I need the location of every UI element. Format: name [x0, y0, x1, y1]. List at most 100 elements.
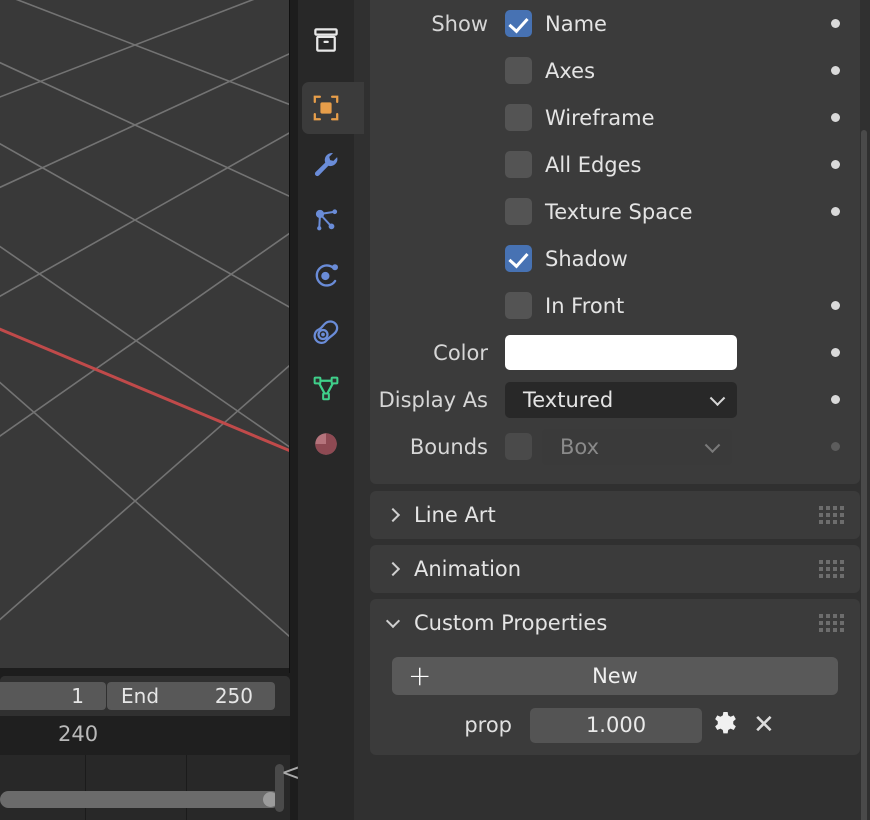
color-swatch[interactable]	[505, 335, 737, 370]
checkbox-axes[interactable]	[505, 57, 532, 84]
frame-start-value: 1	[71, 684, 84, 708]
archive-icon	[314, 28, 338, 52]
current-frame-label: 240	[58, 722, 99, 746]
timeline-header: t 1 End 250	[0, 676, 290, 716]
display-as-value: Textured	[523, 387, 614, 412]
decorator-dot-axes[interactable]	[831, 66, 840, 75]
tab-modifiers[interactable]	[298, 136, 354, 192]
timeline-ruler[interactable]: 240	[0, 716, 290, 755]
timeline-editor[interactable]: t 1 End 250 240	[0, 676, 290, 820]
particles-icon	[315, 209, 338, 231]
checkbox-shadow-label: Shadow	[545, 246, 628, 271]
3d-viewport[interactable]	[0, 0, 290, 673]
panel-drag-grip-icon[interactable]	[819, 506, 844, 524]
tab-object-data[interactable]	[298, 360, 354, 416]
frame-end-label: End	[121, 684, 160, 708]
decorator-dot-bounds[interactable]	[831, 442, 840, 451]
bounds-row: Bounds Box	[370, 423, 860, 470]
panel-drag-grip-icon[interactable]	[819, 614, 844, 632]
display-as-row: Display As Textured	[370, 376, 860, 423]
decorator-dot-all-edges[interactable]	[831, 160, 840, 169]
panel-drag-grip-icon[interactable]	[819, 560, 844, 578]
custom-property-name: prop	[464, 713, 512, 737]
physics-icon	[315, 264, 338, 287]
panel-line-art-title: Line Art	[414, 503, 496, 527]
tab-separator	[298, 68, 354, 80]
panel-custom-properties-header[interactable]: Custom Properties	[370, 599, 860, 647]
tab-physics[interactable]	[298, 248, 354, 304]
display-as-dropdown[interactable]: Textured	[505, 381, 737, 418]
checkbox-shadow[interactable]	[505, 245, 532, 272]
properties-vertical-scrollbar[interactable]	[861, 130, 867, 820]
new-custom-property-button[interactable]: + New	[392, 657, 838, 695]
panel-custom-properties[interactable]: Custom Properties + New prop 1.000 ✕	[370, 599, 860, 755]
tab-tool[interactable]	[298, 12, 354, 68]
plus-icon: +	[408, 659, 432, 692]
custom-property-row: prop 1.000 ✕	[370, 695, 860, 755]
viewport-display-panel: Show Name Axes Wireframe All Edges Textu…	[370, 0, 860, 484]
decorator-dot-wireframe[interactable]	[831, 113, 840, 122]
properties-editor: Show Name Axes Wireframe All Edges Textu…	[298, 0, 870, 820]
show-texture-space-row: Texture Space	[370, 188, 860, 235]
show-in-front-row: In Front	[370, 282, 860, 329]
tab-object[interactable]	[298, 80, 364, 136]
viewport-grid	[0, 0, 290, 638]
checkbox-wireframe-label: Wireframe	[545, 105, 655, 130]
properties-panel-area: Show Name Axes Wireframe All Edges Textu…	[370, 0, 860, 820]
decorator-dot-in-front[interactable]	[831, 301, 840, 310]
show-label: Show	[431, 11, 488, 36]
close-icon[interactable]: ✕	[753, 712, 775, 738]
object-properties-icon	[313, 95, 339, 121]
wrench-icon	[314, 152, 338, 177]
decorator-dot-display-as[interactable]	[831, 395, 840, 404]
frame-end-value: 250	[214, 684, 253, 708]
new-button-label: New	[592, 664, 638, 688]
timeline-tick	[186, 755, 187, 820]
bounds-type-value: Box	[560, 434, 600, 459]
panel-line-art[interactable]: Line Art	[370, 491, 860, 539]
checkbox-all-edges-label: All Edges	[545, 152, 642, 177]
decorator-dot-texture-space[interactable]	[831, 207, 840, 216]
constraints-icon	[313, 320, 339, 344]
panel-animation[interactable]: Animation	[370, 545, 860, 593]
panel-line-art-header[interactable]: Line Art	[370, 491, 860, 539]
panel-animation-header[interactable]: Animation	[370, 545, 860, 593]
display-as-label: Display As	[378, 387, 488, 412]
show-wireframe-row: Wireframe	[370, 94, 860, 141]
checkbox-bounds[interactable]	[505, 433, 532, 460]
checkbox-in-front-label: In Front	[545, 293, 625, 318]
viewport-right-border	[289, 0, 290, 673]
panel-animation-title: Animation	[414, 557, 522, 581]
decorator-dot-color[interactable]	[831, 348, 840, 357]
checkbox-wireframe[interactable]	[505, 104, 532, 131]
checkbox-name-label: Name	[545, 11, 607, 36]
show-axes-row: Axes	[370, 47, 860, 94]
color-row: Color	[370, 329, 860, 376]
timeline-tick	[85, 755, 86, 820]
checkbox-axes-label: Axes	[545, 58, 596, 83]
properties-tab-column	[298, 0, 364, 820]
frame-end-field[interactable]: End 250	[107, 682, 275, 710]
blender-window: t 1 End 250 240 <	[0, 0, 870, 820]
show-all-edges-row: All Edges	[370, 141, 860, 188]
show-shadow-row: Shadow	[370, 235, 860, 282]
checkbox-texture-space[interactable]	[505, 198, 532, 225]
frame-start-field[interactable]: t 1	[0, 682, 106, 710]
bounds-type-dropdown[interactable]: Box	[542, 428, 732, 465]
custom-property-value-field[interactable]: 1.000	[530, 707, 702, 743]
material-sphere-icon	[315, 433, 337, 455]
gear-icon[interactable]	[712, 710, 739, 741]
chevron-down-icon	[704, 436, 721, 453]
chevron-down-icon	[709, 389, 726, 406]
decorator-dot-name[interactable]	[831, 19, 840, 28]
timeline-track-area[interactable]	[0, 755, 290, 820]
tab-particles[interactable]	[298, 192, 354, 248]
tab-constraints[interactable]	[298, 304, 354, 360]
tab-material[interactable]	[298, 416, 354, 472]
timeline-horizontal-scrollbar[interactable]	[0, 791, 280, 808]
checkbox-name[interactable]	[505, 10, 532, 37]
checkbox-all-edges[interactable]	[505, 151, 532, 178]
checkbox-in-front[interactable]	[505, 292, 532, 319]
show-name-row: Show Name	[370, 0, 860, 47]
x-axis-line	[0, 327, 290, 453]
